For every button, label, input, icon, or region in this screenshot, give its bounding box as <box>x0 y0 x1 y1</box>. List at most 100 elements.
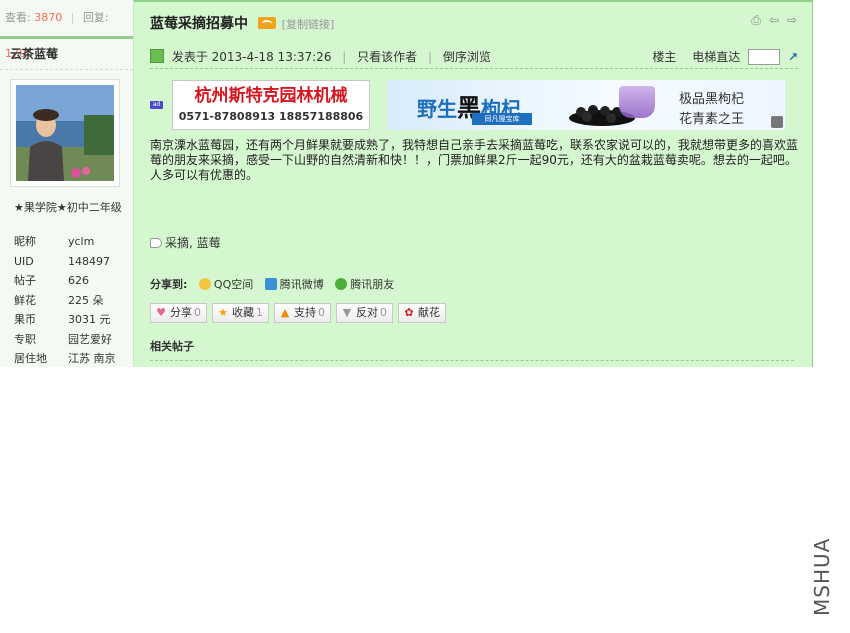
profile-value: 3031 元 <box>68 313 111 326</box>
profile-key: 果币 <box>14 313 36 326</box>
prev-thread-icon[interactable]: ⇦ <box>768 14 780 26</box>
post-date: 发表于 2013-4-18 13:37:26 <box>171 50 332 64</box>
profile-key: 居住地 <box>14 352 47 365</box>
forum-thread-frame: 查看: 3870 | 回复: 170 云茶蓝莓 ★果学院★初中二年级 昵称 yc… <box>0 0 813 367</box>
ad-phone: 0571-87808913 18857188806 <box>178 110 364 123</box>
profile-row: 帖子 626 <box>14 271 134 291</box>
heart-icon: ♥ <box>156 306 166 319</box>
post-actions: ♥ 分享 0 ★ 收藏 1 ▲ 支持 0 ▼ 反对 0 ✿ 献花 <box>150 303 446 323</box>
floor-controls: 楼主 电梯直达 ↗ <box>652 46 798 68</box>
flower-button[interactable]: ✿ 献花 <box>398 303 446 323</box>
post-tags: 采摘, 蓝莓 <box>150 234 221 251</box>
share-tencent-weibo[interactable]: 腾讯微博 <box>264 278 324 291</box>
oppose-count: 0 <box>380 306 387 319</box>
profile-value: 225 朵 <box>68 293 104 307</box>
arrow-down-icon: ▼ <box>342 306 352 319</box>
copy-link[interactable]: [复制链接] <box>282 18 335 31</box>
support-count: 0 <box>318 306 325 319</box>
profile-value[interactable]: 626 <box>68 274 89 287</box>
ad-title: 杭州斯特克园林机械 <box>194 86 348 106</box>
share-qzone[interactable]: QQ空间 <box>198 278 254 291</box>
profile-value: 园艺爱好 <box>68 332 112 346</box>
author-sidebar: 查看: 3870 | 回复: 170 云茶蓝莓 ★果学院★初中二年级 昵称 yc… <box>0 0 134 367</box>
elevator-label: 电梯直达 <box>692 50 741 64</box>
tea-cup-image <box>619 86 655 118</box>
profile-row: 昵称 yclm <box>14 232 134 252</box>
profile-row: 鲜花 225 朵 <box>14 291 134 311</box>
thread-stats: 查看: 3870 | 回复: 170 <box>0 0 133 60</box>
profile-key: UID <box>14 254 34 268</box>
share-tencent-friends[interactable]: 腾讯朋友 <box>335 278 394 291</box>
flower-icon: ✿ <box>404 306 414 319</box>
post-meta: 发表于 2013-4-18 13:37:26 | 只看该作者 | 倒序浏览 楼主… <box>150 46 798 69</box>
share-count: 0 <box>194 306 201 319</box>
ad-banner-garden-machinery[interactable]: 杭州斯特克园林机械 0571-87808913 18857188806 <box>172 80 370 130</box>
next-thread-icon[interactable]: ⇨ <box>786 14 798 26</box>
share-button[interactable]: ♥ 分享 0 <box>150 303 207 323</box>
support-button[interactable]: ▲ 支持 0 <box>274 303 331 323</box>
profile-key: 专职 <box>14 332 36 346</box>
ad-slogan-1: 极品黑枸杞 <box>679 92 745 107</box>
profile-value[interactable]: 148497 <box>68 255 110 268</box>
related-posts-heading: 相关帖子 <box>150 340 794 361</box>
tag-links[interactable]: 采摘, 蓝莓 <box>165 236 221 250</box>
share-button-label: 分享 <box>170 306 192 319</box>
post-body: 南京溧水蓝莓园，还有两个月鲜果就要成熟了，我特想自己亲手去采摘蓝莓吃，联系农家说… <box>150 138 799 182</box>
tencent-friends-icon <box>335 278 348 290</box>
avatar[interactable] <box>10 79 120 187</box>
thread-tools: ⎙ ⇦ ⇨ <box>750 14 798 26</box>
reverse-order-link[interactable]: 倒序浏览 <box>443 50 491 64</box>
profile-value: yclm <box>68 235 95 248</box>
ad-subtag: 同凡搜宝库 <box>472 113 532 125</box>
floor-input[interactable] <box>748 49 781 65</box>
favorite-count: 1 <box>256 306 263 319</box>
print-icon[interactable]: ⎙ <box>750 14 762 26</box>
only-author-link[interactable]: 只看该作者 <box>357 50 417 64</box>
ad-corner-icon[interactable] <box>771 116 783 128</box>
user-group: ★果学院★初中二年级 <box>14 201 122 214</box>
view-count: 3870 <box>34 11 63 24</box>
share-qzone-label: QQ空间 <box>213 278 254 291</box>
profile-row: 专职 园艺爱好 <box>14 330 134 350</box>
share-label: 分享到: <box>150 278 188 291</box>
ad-badge: ad <box>150 101 163 109</box>
qzone-icon <box>198 278 211 290</box>
avatar-photo <box>16 85 114 181</box>
tencent-weibo-icon <box>264 278 277 290</box>
meta-divider: | <box>342 50 347 64</box>
arrow-up-icon: ▲ <box>280 306 290 319</box>
share-friends-label: 腾讯朋友 <box>350 278 395 291</box>
stats-divider: | <box>70 11 75 24</box>
author-name[interactable]: 云茶蓝莓 <box>0 39 133 70</box>
ad-headline-part: 野生 <box>417 97 457 121</box>
tag-icon <box>150 238 162 248</box>
hot-icon <box>257 17 276 29</box>
jump-icon[interactable]: ↗ <box>788 46 798 68</box>
profile-key: 鲜花 <box>14 293 36 307</box>
reply-label: 回复: <box>82 11 109 24</box>
oppose-button[interactable]: ▼ 反对 0 <box>336 303 393 323</box>
oppose-button-label: 反对 <box>356 306 378 319</box>
online-status-icon <box>150 49 164 63</box>
star-icon: ★ <box>218 306 228 319</box>
post-main: 蓝莓采摘招募中 [复制链接] ⎙ ⇦ ⇨ 发表于 2013-4-18 13:37… <box>134 0 813 367</box>
share-bar: 分享到: QQ空间 腾讯微博 腾讯朋友 <box>150 276 394 292</box>
profile-list: 昵称 yclm UID 148497 帖子 626 鲜花 225 朵 果币 3031 元 … <box>14 232 134 367</box>
view-label: 查看: <box>5 11 31 24</box>
share-weibo-label: 腾讯微博 <box>279 278 324 291</box>
watermark: MSHUA <box>810 537 834 616</box>
flower-button-label: 献花 <box>418 306 440 319</box>
profile-key: 昵称 <box>14 235 36 248</box>
favorite-button[interactable]: ★ 收藏 1 <box>212 303 269 323</box>
ad-slogan-2: 花青素之王 <box>679 112 745 127</box>
profile-key: 帖子 <box>14 274 36 287</box>
post-titlebar: 蓝莓采摘招募中 [复制链接] <box>150 14 334 34</box>
ad-banner-goji[interactable]: 野生黑枸杞 同凡搜宝库 极品黑枸杞 花青素之王 <box>387 80 785 130</box>
support-button-label: 支持 <box>294 306 316 319</box>
profile-value: 江苏 南京 <box>68 352 116 365</box>
profile-row: UID 148497 <box>14 252 134 272</box>
post-title: 蓝莓采摘招募中 <box>150 16 248 32</box>
floor-label: 楼主 <box>652 50 677 64</box>
profile-row: 果币 3031 元 <box>14 310 134 330</box>
profile-row: 居住地 江苏 南京 <box>14 349 134 367</box>
